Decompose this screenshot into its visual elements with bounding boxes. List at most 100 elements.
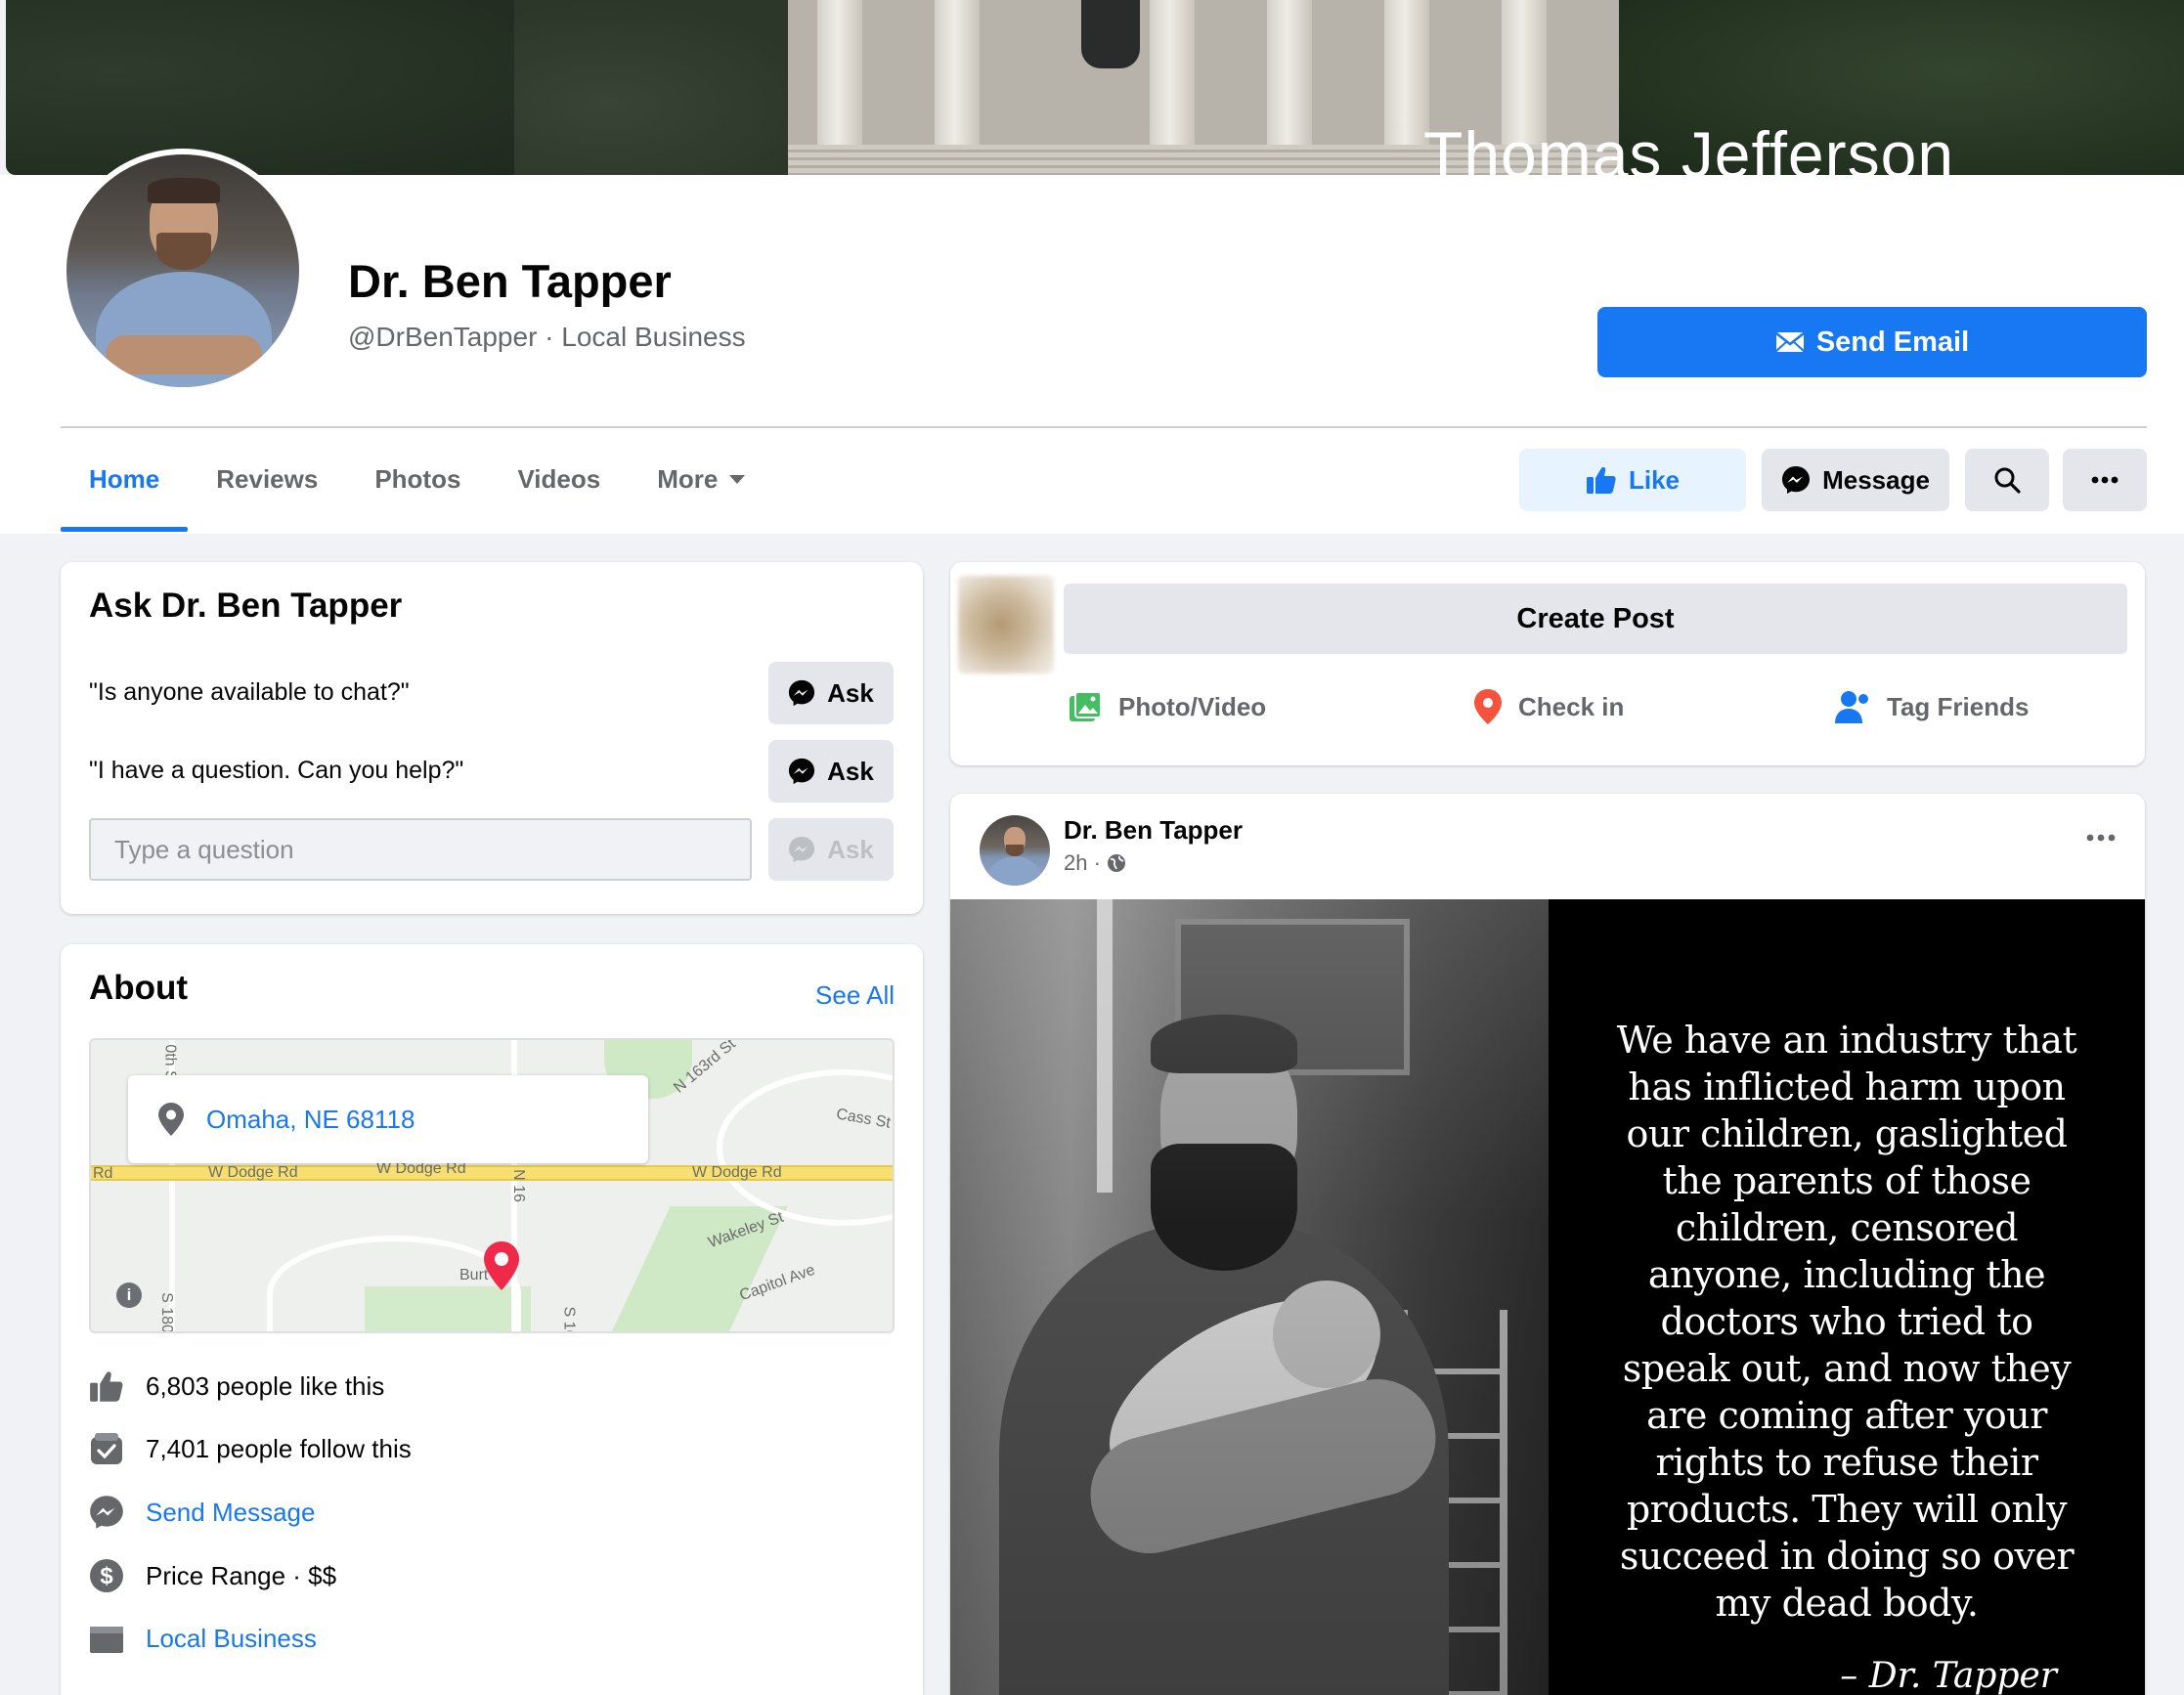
photo-hair (148, 178, 220, 203)
likes-row: 6,803 people like this (89, 1369, 384, 1404)
location-pin-icon (1474, 689, 1502, 724)
post-options-button[interactable] (2086, 829, 2116, 847)
photo-icon (1070, 691, 1102, 721)
tab-label: Reviews (216, 463, 319, 494)
message-button[interactable]: Message (1762, 449, 1949, 511)
page-handle: @DrBenTapper · Local Business (348, 322, 746, 352)
question-input[interactable] (89, 818, 752, 881)
map-road (717, 1069, 893, 1226)
photo-shading (950, 899, 1549, 1695)
page-tabs: Home Reviews Photos Videos More (61, 426, 773, 532)
like-button[interactable]: Like (1519, 449, 1746, 511)
map-label: N 16 (509, 1169, 527, 1202)
tag-friends-button[interactable]: Tag Friends (1834, 683, 2029, 730)
globe-icon (1107, 854, 1125, 872)
ask-button[interactable]: Ask (768, 740, 894, 803)
check-in-label: Check in (1518, 691, 1625, 721)
ask-button-label: Ask (827, 834, 874, 864)
avatar[interactable] (958, 576, 1054, 674)
dollar-icon: $ (89, 1558, 124, 1593)
map-label: Rd (93, 1165, 113, 1182)
post-image[interactable]: We have an industry that has inflicted h… (950, 899, 2145, 1695)
photo-video-button[interactable]: Photo/Video (1068, 683, 1266, 730)
cover-column (935, 0, 980, 147)
page-title: Dr. Ben Tapper (348, 255, 672, 307)
messenger-icon (789, 758, 815, 785)
post-time[interactable]: 2h · (1064, 850, 1101, 876)
search-button[interactable] (1965, 449, 2049, 511)
tab-more[interactable]: More (629, 426, 773, 532)
post-author[interactable]: Dr. Ben Tapper (1064, 815, 1243, 846)
send-message-link[interactable]: Send Message (146, 1498, 315, 1528)
create-post-button[interactable]: Create Post (1064, 584, 2127, 654)
cover-trees-mid (514, 0, 827, 175)
tab-home[interactable]: Home (61, 426, 189, 532)
ask-title: Ask Dr. Ben Tapper (89, 587, 403, 625)
category-link[interactable]: Local Business (146, 1624, 317, 1654)
cover-column (1267, 0, 1312, 147)
likes-text: 6,803 people like this (146, 1370, 385, 1401)
tab-videos[interactable]: Videos (489, 426, 629, 532)
ellipsis-icon (2091, 476, 2118, 484)
map-label: W Dodge Rd (692, 1164, 782, 1181)
tab-reviews[interactable]: Reviews (188, 426, 346, 532)
cover-statue (1081, 0, 1140, 68)
photo-beard (156, 233, 211, 270)
photo-arms (106, 335, 262, 374)
like-icon (89, 1369, 124, 1404)
about-title: About (89, 969, 189, 1007)
tab-photos[interactable]: Photos (346, 426, 489, 532)
post-photo (950, 899, 1549, 1695)
send-email-label: Send Email (1815, 326, 1970, 358)
like-label: Like (1628, 464, 1681, 495)
followers-text: 7,401 people follow this (146, 1433, 412, 1463)
send-message-row[interactable]: Send Message (89, 1495, 315, 1530)
more-options-button[interactable] (2063, 449, 2147, 511)
messenger-icon (789, 836, 815, 863)
location-pin-icon (484, 1241, 519, 1290)
avatar[interactable] (980, 815, 1050, 886)
photo-video-label: Photo/Video (1118, 691, 1267, 721)
cover-trees-left (6, 0, 553, 175)
envelope-icon (1775, 332, 1805, 352)
ask-submit-button[interactable]: Ask (768, 818, 894, 881)
messenger-icon (789, 679, 815, 707)
profile-photo (66, 154, 299, 387)
ask-button-label: Ask (827, 756, 874, 786)
follow-icon (89, 1431, 124, 1466)
quote-signature: – Dr. Tapper (1840, 1656, 2057, 1695)
avatar-beard (1006, 845, 1024, 856)
location-text: Omaha, NE 68118 (206, 1104, 415, 1134)
category-row[interactable]: Local Business (89, 1621, 317, 1656)
map-label: S 180 (157, 1292, 175, 1333)
tab-label: Home (89, 463, 160, 494)
ask-question: "I have a question. Can you help?" (89, 757, 464, 784)
ask-question: "Is anyone available to chat?" (89, 678, 410, 706)
ask-button[interactable]: Ask (768, 662, 894, 724)
map-location-popup[interactable]: Omaha, NE 68118 (128, 1075, 648, 1163)
location-map[interactable]: W Dodge Rd W Dodge Rd W Dodge Rd N 163rd… (89, 1038, 895, 1333)
profile-picture[interactable] (61, 149, 305, 393)
tab-label: Photos (374, 463, 461, 494)
tag-friends-icon (1835, 691, 1868, 723)
cover-photo[interactable]: Thomas Jefferson (6, 0, 2184, 175)
send-email-button[interactable]: Send Email (1597, 307, 2147, 377)
ellipsis-icon (2086, 834, 2116, 842)
messenger-icon (89, 1495, 124, 1530)
cover-column (817, 0, 862, 147)
avatar-shirt (989, 856, 1040, 886)
map-pin-icon (158, 1103, 184, 1136)
followers-row: 7,401 people follow this (89, 1431, 412, 1466)
thumbs-up-icon (1586, 467, 1616, 494)
map-label: S 16 (560, 1306, 578, 1333)
create-post-card: Create Post Photo/Video Check in Tag Fri… (950, 562, 2145, 765)
info-icon[interactable]: i (116, 1282, 142, 1308)
tab-label: More (657, 463, 719, 494)
price-range-row: $ Price Range · $$ (89, 1558, 336, 1593)
about-card: About See All W Dodge Rd W Dodge Rd W Do… (61, 944, 923, 1695)
check-in-button[interactable]: Check in (1473, 683, 1624, 730)
tag-friends-label: Tag Friends (1887, 691, 2030, 721)
see-all-link[interactable]: See All (815, 980, 895, 1011)
price-range-text: Price Range · $$ (146, 1560, 337, 1590)
ask-card: Ask Dr. Ben Tapper "Is anyone available … (61, 562, 923, 914)
